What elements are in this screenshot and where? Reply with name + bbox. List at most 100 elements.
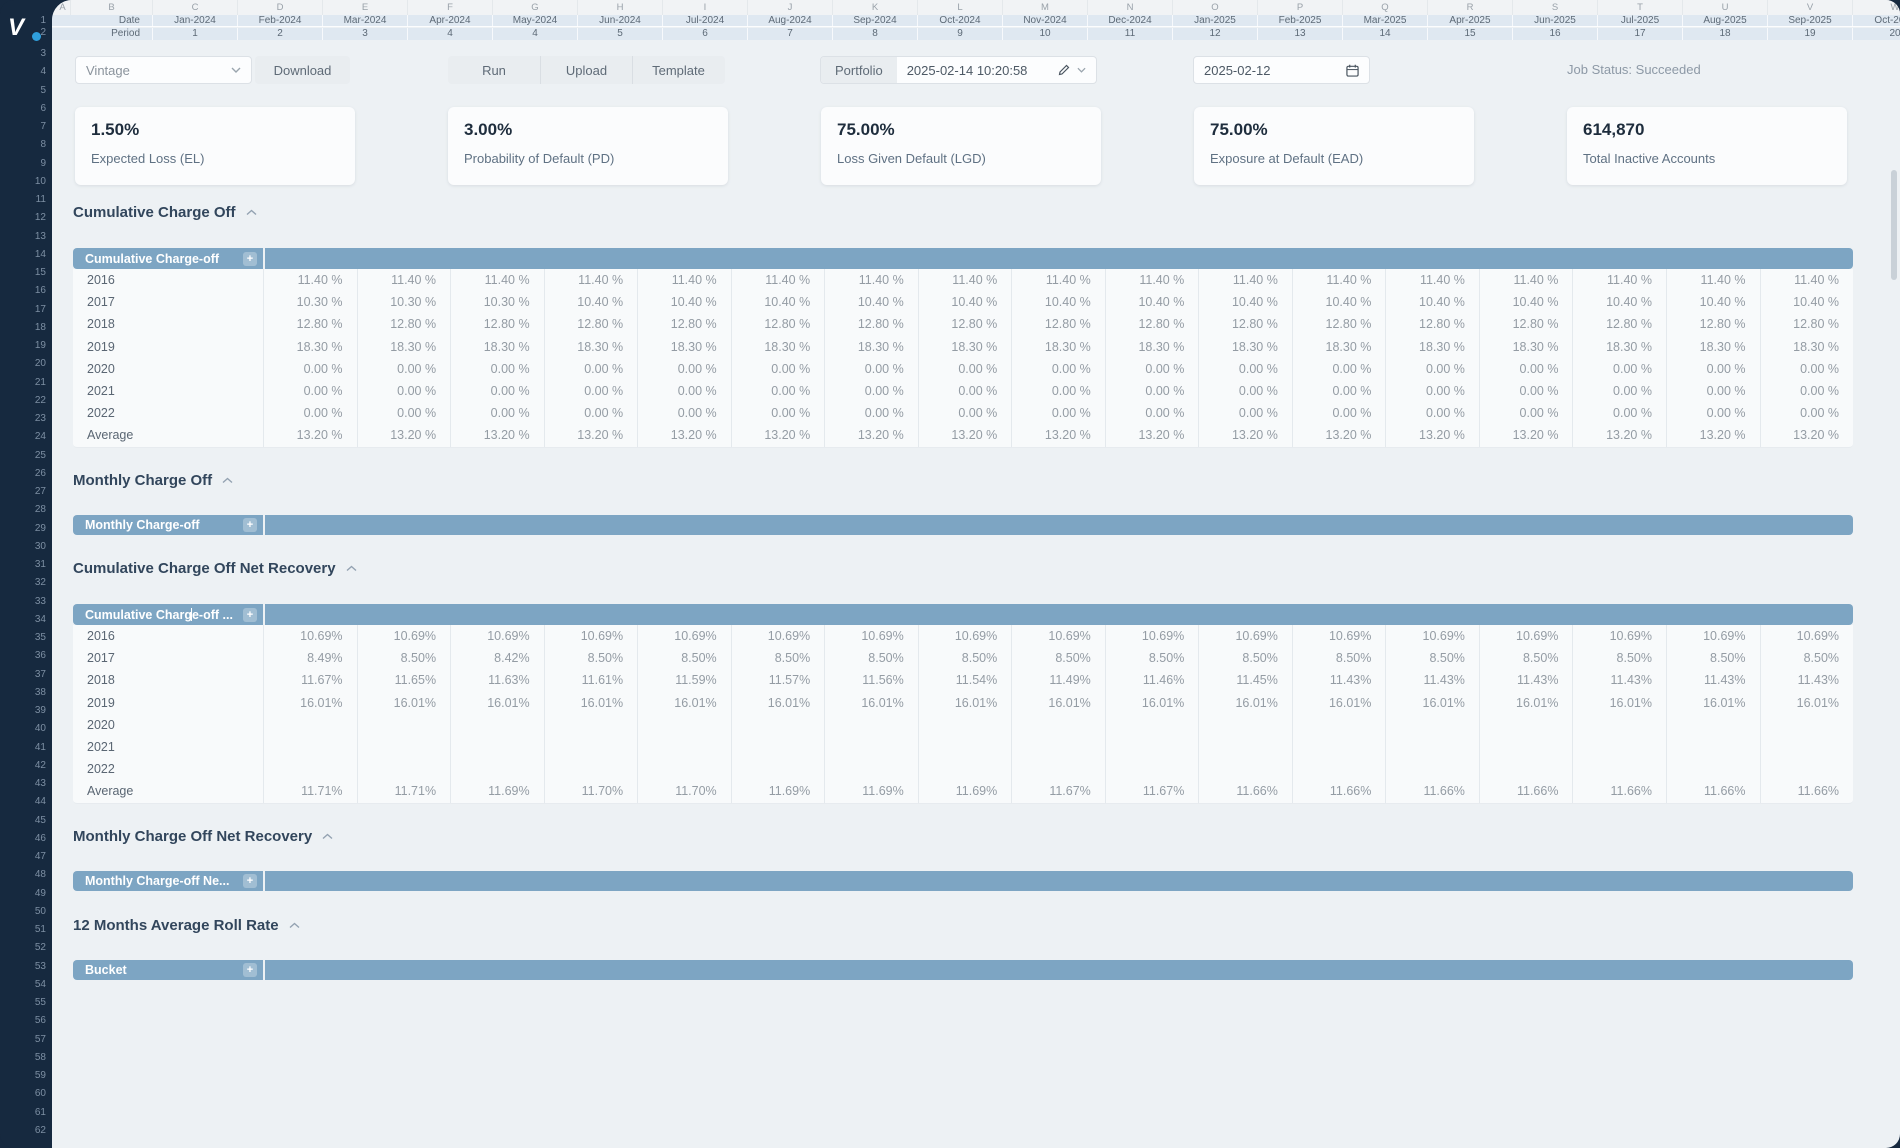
table-cell[interactable]: 10.30 % xyxy=(263,291,357,313)
period-cell[interactable]: 11 xyxy=(1087,28,1172,40)
table-cell[interactable]: 0.00 % xyxy=(544,380,638,402)
table-cell[interactable]: 11.45% xyxy=(1198,669,1292,691)
column-header-e[interactable]: E xyxy=(322,0,407,15)
table-cell[interactable] xyxy=(1666,736,1760,758)
table-cell[interactable] xyxy=(731,714,825,736)
table-cell[interactable]: 0.00 % xyxy=(544,358,638,380)
chevron-down-icon[interactable] xyxy=(1077,67,1086,73)
row-number[interactable]: 5 xyxy=(20,84,46,98)
table-cell[interactable]: 18.30 % xyxy=(1760,336,1854,358)
chevron-up-icon[interactable] xyxy=(346,565,357,572)
period-cell[interactable]: 3 xyxy=(322,28,407,40)
table-cell[interactable]: 16.01% xyxy=(1572,692,1666,714)
table-cell[interactable]: 12.80 % xyxy=(357,313,451,335)
date-cell[interactable]: Jul-2025 xyxy=(1597,15,1682,27)
row-number[interactable]: 58 xyxy=(20,1051,46,1065)
table-cell[interactable]: 10.40 % xyxy=(637,291,731,313)
table-cell[interactable]: 10.40 % xyxy=(1572,291,1666,313)
table-cell[interactable]: 0.00 % xyxy=(1292,380,1386,402)
table-cell[interactable]: 13.20 % xyxy=(637,424,731,446)
row-number[interactable]: 60 xyxy=(20,1087,46,1101)
table-cell[interactable]: 0.00 % xyxy=(1292,402,1386,424)
column-header-n[interactable]: N xyxy=(1087,0,1172,15)
row-label[interactable]: Average xyxy=(73,780,263,802)
period-cell[interactable]: 2 xyxy=(237,28,322,40)
table-cell[interactable]: 11.66% xyxy=(1198,780,1292,802)
table-cell[interactable] xyxy=(1760,758,1854,780)
table-cell[interactable]: 8.50% xyxy=(357,647,451,669)
table-cell[interactable]: 10.40 % xyxy=(1760,291,1854,313)
table-cell[interactable]: 8.50% xyxy=(1011,647,1105,669)
table-cell[interactable]: 18.30 % xyxy=(637,336,731,358)
date-cell[interactable]: Aug-2024 xyxy=(747,15,832,27)
table-cell[interactable] xyxy=(263,714,357,736)
table-cell[interactable] xyxy=(637,714,731,736)
table-cell[interactable]: 11.40 % xyxy=(1666,269,1760,291)
column-header-d[interactable]: D xyxy=(237,0,322,15)
table-cell[interactable]: 18.30 % xyxy=(357,336,451,358)
table-cell[interactable]: 8.49% xyxy=(263,647,357,669)
period-cell[interactable]: 4 xyxy=(407,28,492,40)
row-label[interactable]: 2019 xyxy=(73,692,263,714)
table-cell[interactable]: 12.80 % xyxy=(1292,313,1386,335)
row-number[interactable]: 25 xyxy=(20,449,46,463)
table-cell[interactable] xyxy=(263,758,357,780)
table-cell[interactable]: 10.40 % xyxy=(1666,291,1760,313)
row-number[interactable]: 4 xyxy=(20,65,46,79)
table-cell[interactable]: 16.01% xyxy=(1666,692,1760,714)
table-cell[interactable]: 10.30 % xyxy=(357,291,451,313)
table-cell[interactable]: 12.80 % xyxy=(637,313,731,335)
plus-icon[interactable]: + xyxy=(243,518,257,532)
table-cell[interactable]: 18.30 % xyxy=(1666,336,1760,358)
table-cell[interactable]: 10.69% xyxy=(1479,625,1573,647)
table-cell[interactable]: 13.20 % xyxy=(1666,424,1760,446)
period-cell[interactable]: 6 xyxy=(662,28,747,40)
table-cell[interactable]: 0.00 % xyxy=(731,402,825,424)
table-cell[interactable]: 12.80 % xyxy=(450,313,544,335)
table-cell[interactable] xyxy=(1385,736,1479,758)
period-cell[interactable]: 13 xyxy=(1257,28,1342,40)
table-cell[interactable]: 18.30 % xyxy=(824,336,918,358)
column-header-u[interactable]: U xyxy=(1682,0,1767,15)
vintage-select[interactable]: Vintage xyxy=(75,56,252,84)
column-header-p[interactable]: P xyxy=(1257,0,1342,15)
period-cell[interactable]: 4 xyxy=(492,28,577,40)
table-cell[interactable]: 8.50% xyxy=(918,647,1012,669)
table-cell[interactable]: 12.80 % xyxy=(544,313,638,335)
table-cell[interactable]: 11.43% xyxy=(1479,669,1573,691)
vertical-scrollbar-thumb[interactable] xyxy=(1891,170,1897,280)
table-cell[interactable]: 12.80 % xyxy=(1479,313,1573,335)
table-cell[interactable]: 12.80 % xyxy=(1198,313,1292,335)
date-cell[interactable]: Apr-2024 xyxy=(407,15,492,27)
column-header-o[interactable]: O xyxy=(1172,0,1257,15)
table-cell[interactable]: 11.63% xyxy=(450,669,544,691)
plus-icon[interactable]: + xyxy=(243,874,257,888)
row-number[interactable]: 24 xyxy=(20,430,46,444)
table-cell[interactable]: 16.01% xyxy=(1105,692,1199,714)
table-cell[interactable]: 11.40 % xyxy=(1105,269,1199,291)
table-cell[interactable]: 13.20 % xyxy=(450,424,544,446)
table-cell[interactable]: 0.00 % xyxy=(1666,358,1760,380)
table-cell[interactable]: 11.46% xyxy=(1105,669,1199,691)
table-cell[interactable]: 11.66% xyxy=(1666,780,1760,802)
date-cell[interactable]: Dec-2024 xyxy=(1087,15,1172,27)
table-cell[interactable]: 11.40 % xyxy=(731,269,825,291)
date-cell[interactable]: Sep-2025 xyxy=(1767,15,1852,27)
column-header-w[interactable]: W xyxy=(1852,0,1900,15)
download-button[interactable]: Download xyxy=(255,56,350,84)
table-cell[interactable]: 16.01% xyxy=(824,692,918,714)
row-number[interactable]: 40 xyxy=(20,722,46,736)
chevron-up-icon[interactable] xyxy=(222,477,233,484)
table-cell[interactable]: 10.40 % xyxy=(544,291,638,313)
period-cell[interactable]: 10 xyxy=(1002,28,1087,40)
table-cell[interactable]: 10.40 % xyxy=(1479,291,1573,313)
column-header-h[interactable]: H xyxy=(577,0,662,15)
table-cell[interactable]: 13.20 % xyxy=(1572,424,1666,446)
table-cell[interactable]: 0.00 % xyxy=(1760,402,1854,424)
table-cell[interactable]: 0.00 % xyxy=(357,358,451,380)
table-cell[interactable]: 10.69% xyxy=(544,625,638,647)
row-number[interactable]: 54 xyxy=(20,978,46,992)
row-number[interactable]: 14 xyxy=(20,248,46,262)
table-cell[interactable]: 0.00 % xyxy=(918,380,1012,402)
table-cell[interactable] xyxy=(1292,758,1386,780)
